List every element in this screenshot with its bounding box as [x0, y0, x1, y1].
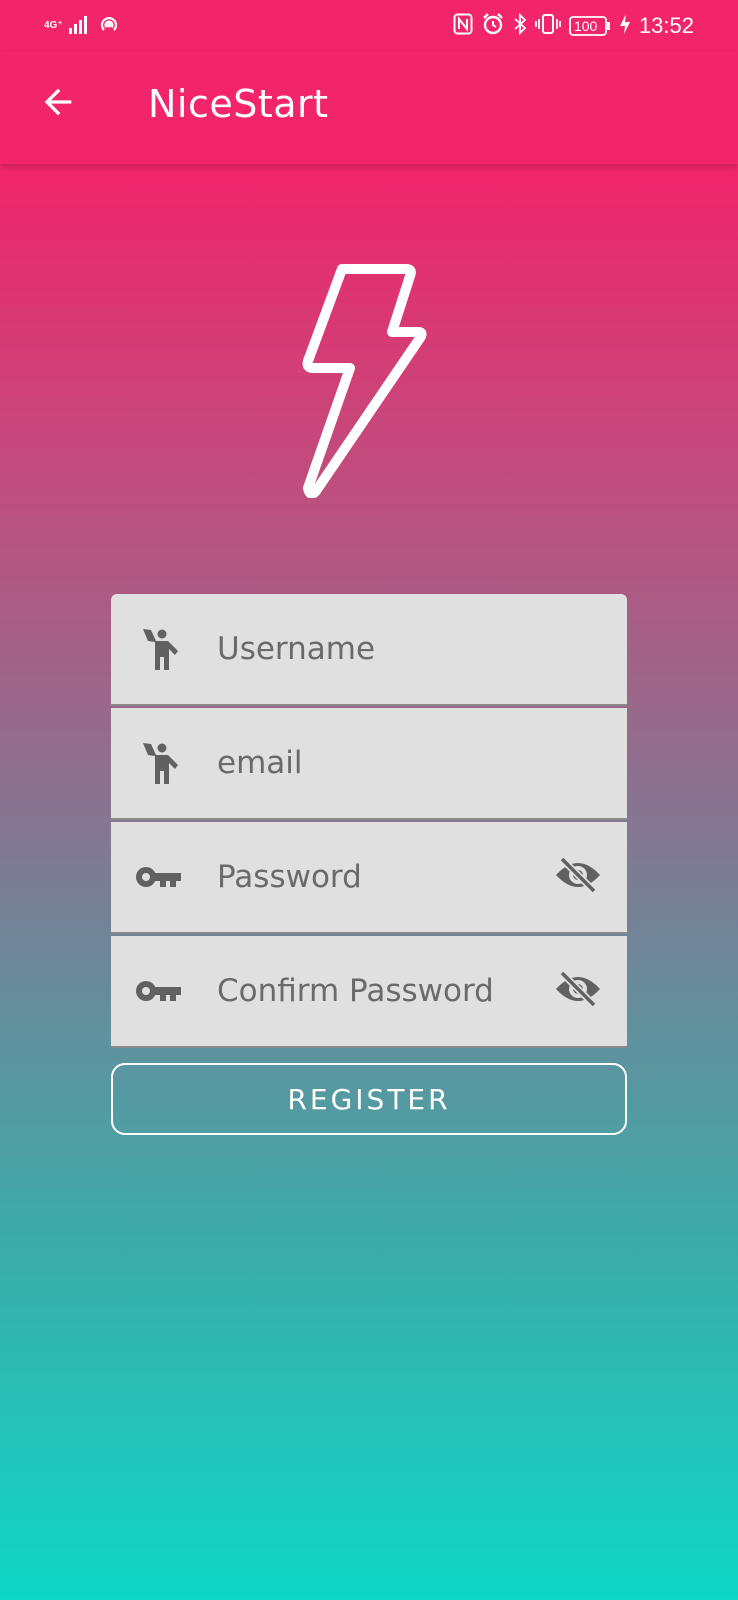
status-bar: 4G⁺ 100 13:52 — [0, 0, 738, 52]
key-icon — [135, 854, 181, 900]
visibility-off-icon — [554, 969, 602, 1014]
key-icon — [135, 968, 181, 1014]
status-right: 100 13:52 — [453, 12, 694, 40]
visibility-off-icon — [554, 855, 602, 900]
signal-icon — [68, 14, 91, 39]
person-waving-icon — [135, 626, 181, 672]
app-bar: NiceStart — [0, 52, 738, 164]
network-type-label: 4G⁺ — [44, 20, 63, 31]
password-field-container — [111, 822, 627, 934]
confirm-password-visibility-toggle[interactable] — [553, 968, 603, 1014]
register-form — [111, 594, 627, 1050]
page-title: NiceStart — [148, 82, 329, 126]
email-field-container — [111, 708, 627, 820]
lightning-bolt-icon — [300, 262, 440, 499]
alarm-icon — [481, 12, 505, 41]
confirm-password-input[interactable] — [217, 962, 527, 1020]
vibrate-icon — [535, 13, 561, 40]
bluetooth-icon — [513, 12, 527, 40]
password-visibility-toggle[interactable] — [553, 854, 603, 900]
confirm-password-field-container — [111, 936, 627, 1048]
username-field-container — [111, 594, 627, 706]
register-button[interactable]: REGISTER — [111, 1063, 627, 1135]
person-waving-icon — [135, 740, 181, 786]
arrow-back-icon — [38, 82, 78, 127]
hotspot-icon — [97, 12, 121, 41]
battery-level: 100 — [573, 18, 598, 34]
password-input[interactable] — [217, 848, 527, 906]
email-input[interactable] — [217, 734, 527, 792]
back-button[interactable] — [30, 76, 86, 132]
battery-icon: 100 — [569, 15, 611, 37]
username-input[interactable] — [217, 620, 527, 678]
charging-icon — [619, 13, 631, 40]
status-time: 13:52 — [638, 13, 694, 38]
status-left: 4G⁺ — [44, 12, 121, 40]
nfc-icon — [453, 13, 473, 40]
